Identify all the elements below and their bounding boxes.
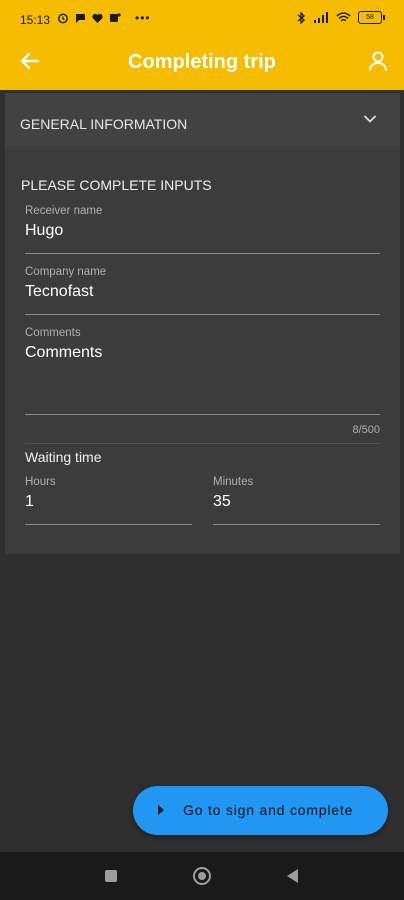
form-title: PLEASE COMPLETE INPUTS [21, 177, 212, 193]
alarm-icon [58, 13, 68, 24]
recents-icon[interactable] [105, 870, 117, 882]
minutes-underline [213, 524, 380, 525]
comments-value[interactable]: Comments [25, 344, 380, 362]
play-arrow-icon [158, 805, 164, 815]
comments-char-counter: 8/500 [352, 424, 380, 436]
waiting-time-title: Waiting time [25, 449, 102, 465]
teams-icon [110, 13, 121, 22]
bluetooth-icon [297, 11, 305, 24]
hours-field[interactable]: Hours 1 [25, 476, 192, 511]
minutes-value[interactable]: 35 [213, 493, 380, 511]
heart-icon [92, 13, 103, 23]
hours-underline [25, 524, 192, 525]
home-icon[interactable] [193, 867, 211, 885]
hours-value[interactable]: 1 [25, 493, 192, 511]
page-title: Completing trip [128, 51, 276, 73]
fab-label: Go to sign and complete [183, 802, 354, 818]
status-time: 15:13 [20, 13, 51, 27]
battery-icon: 58 [358, 11, 385, 24]
app-bar: Completing trip [0, 34, 404, 90]
minutes-label: Minutes [213, 476, 254, 488]
system-nav-bar [0, 852, 404, 900]
divider [25, 443, 380, 444]
comments-underline [25, 414, 380, 415]
company-name-underline [25, 314, 380, 315]
receiver-name-value[interactable]: Hugo [25, 222, 380, 240]
go-to-sign-and-complete-button[interactable]: Go to sign and complete [133, 786, 388, 835]
company-name-label: Company name [25, 266, 107, 278]
more-icon: ••• [135, 11, 151, 25]
company-name-value[interactable]: Tecnofast [25, 283, 380, 301]
back-triangle-icon[interactable] [287, 869, 298, 883]
receiver-name-underline [25, 253, 380, 254]
chat-bubble-icon [76, 13, 85, 23]
person-icon[interactable] [366, 49, 390, 73]
company-name-field[interactable]: Company name Tecnofast [25, 266, 380, 301]
receiver-name-field[interactable]: Receiver name Hugo [25, 205, 380, 240]
comments-field[interactable]: Comments Comments [25, 327, 380, 362]
trip-form-card: GENERAL INFORMATION PLEASE COMPLETE INPU… [5, 93, 400, 554]
minutes-field[interactable]: Minutes 35 [213, 476, 380, 511]
status-bar: 15:13 ••• 58 [0, 0, 404, 34]
chevron-down-icon[interactable] [362, 111, 378, 127]
hours-label: Hours [25, 476, 56, 488]
wifi-icon [336, 12, 351, 22]
receiver-name-label: Receiver name [25, 205, 103, 217]
signal-icon [314, 12, 328, 23]
section-label: GENERAL INFORMATION [20, 116, 188, 132]
general-information-section[interactable]: GENERAL INFORMATION [5, 93, 400, 146]
comments-label: Comments [25, 327, 81, 339]
